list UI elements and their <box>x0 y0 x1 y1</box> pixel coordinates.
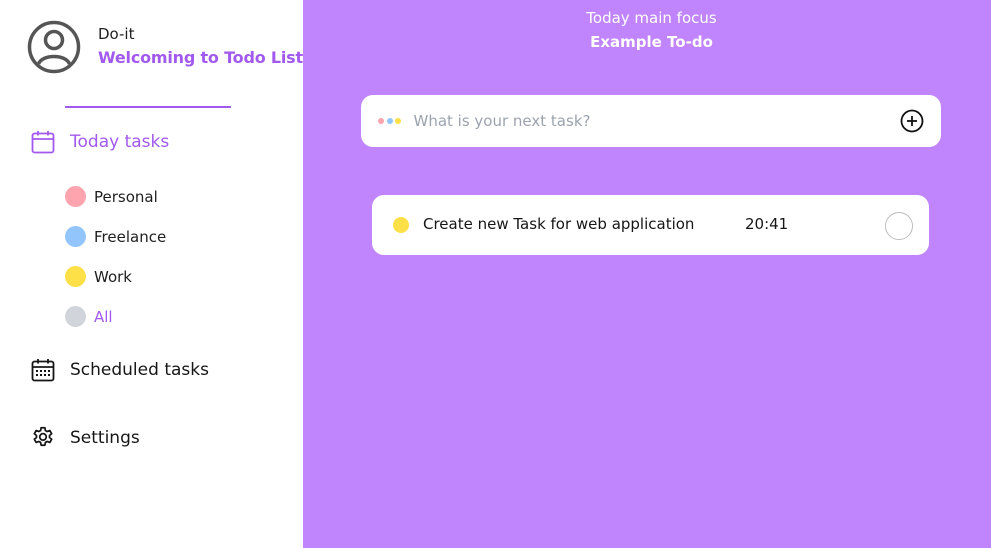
category-label: Personal <box>94 187 158 206</box>
focus-subtitle: Example To-do <box>590 33 713 51</box>
category-label: All <box>94 307 113 326</box>
category-dot <box>65 226 86 247</box>
category-all[interactable]: All <box>65 306 113 327</box>
task-color-dot <box>393 217 409 233</box>
category-personal[interactable]: Personal <box>65 186 158 207</box>
task-complete-checkbox[interactable] <box>885 212 913 240</box>
nav-scheduled-tasks[interactable]: Scheduled tasks <box>30 357 209 383</box>
user-circle-icon[interactable] <box>27 20 81 74</box>
category-label: Work <box>94 267 132 286</box>
task-input-bar <box>361 95 941 147</box>
calendar-icon <box>30 129 56 155</box>
plus-circle-icon[interactable] <box>900 109 924 133</box>
nav-today-label: Today tasks <box>70 132 170 152</box>
task-text: Create new Task for web application <box>423 215 695 233</box>
nav-settings[interactable]: Settings <box>30 425 140 451</box>
category-dot <box>65 306 86 327</box>
nav-scheduled-label: Scheduled tasks <box>70 360 209 380</box>
profile-name: Do-it <box>98 25 135 43</box>
task-input[interactable] <box>413 106 854 136</box>
category-freelance[interactable]: Freelance <box>65 226 166 247</box>
sidebar-divider <box>65 106 231 108</box>
category-dot <box>65 266 86 287</box>
category-work[interactable]: Work <box>65 266 132 287</box>
gear-icon <box>30 425 56 451</box>
category-label: Freelance <box>94 227 167 246</box>
input-dots-icon <box>378 118 404 124</box>
calendar-grid-icon <box>30 357 56 383</box>
sidebar: Do-it Welcoming to Todo List Today tasks… <box>0 0 303 548</box>
category-dot <box>65 186 86 207</box>
nav-today-tasks[interactable]: Today tasks <box>30 129 169 155</box>
main-panel: Today main focus Example To-do Create ne… <box>303 0 991 548</box>
focus-title: Today main focus <box>586 9 717 27</box>
welcome-text: Welcoming to Todo List <box>98 48 303 67</box>
task-item[interactable]: Create new Task for web application 20:4… <box>372 195 929 255</box>
task-time: 20:41 <box>745 215 789 233</box>
nav-settings-label: Settings <box>70 428 140 448</box>
